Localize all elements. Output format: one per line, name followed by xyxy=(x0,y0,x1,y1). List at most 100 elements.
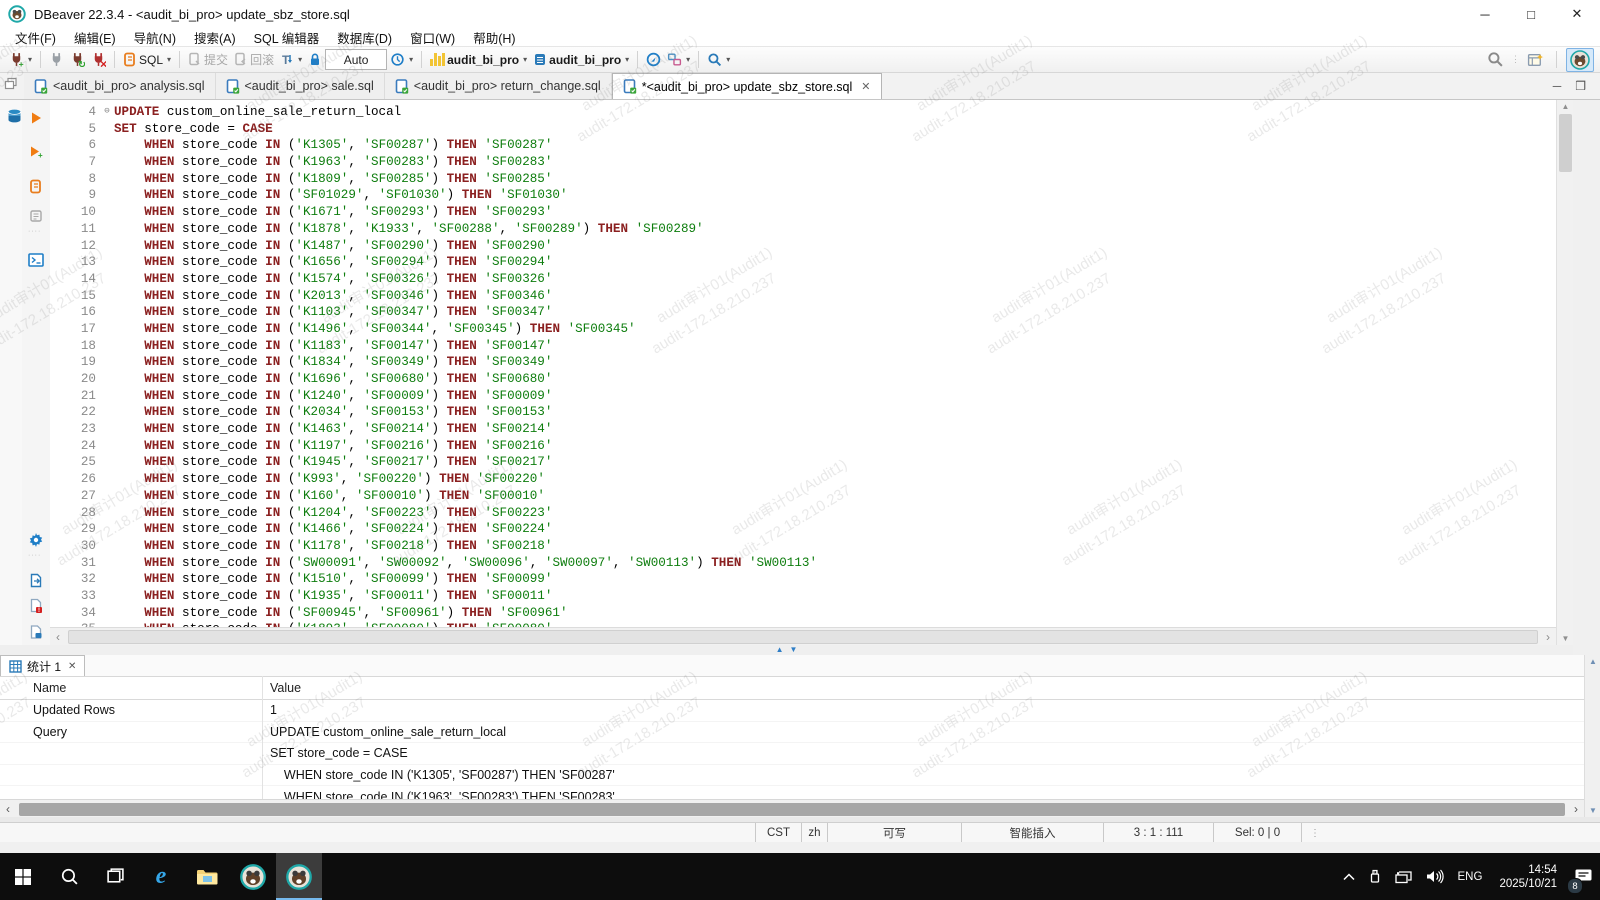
chevron-down-icon[interactable]: ▾ xyxy=(409,55,413,64)
menu-item-3[interactable]: 搜索(A) xyxy=(185,27,245,48)
tab-2[interactable]: <audit_bi_pro> return_change.sql xyxy=(385,73,612,99)
menu-item-4[interactable]: SQL 编辑器 xyxy=(245,27,329,48)
dbeaver-perspective-button[interactable] xyxy=(1566,48,1594,72)
chevron-down-icon[interactable]: ▾ xyxy=(686,55,690,64)
status-segment-5[interactable]: Sel: 0 | 0 xyxy=(1213,823,1301,843)
restore-editor-icon[interactable] xyxy=(4,77,18,90)
network-tray-icon[interactable] xyxy=(1388,853,1419,900)
schema-selector[interactable]: audit_bi_pro ▾ xyxy=(530,49,632,71)
search-icon[interactable] xyxy=(1484,49,1507,71)
open-perspective-button[interactable]: ✦ xyxy=(1524,49,1547,71)
menu-item-7[interactable]: 帮助(H) xyxy=(464,27,524,48)
close-tab-icon[interactable]: ✕ xyxy=(861,80,870,93)
taskbar-search-icon[interactable] xyxy=(46,853,92,900)
menu-item-6[interactable]: 窗口(W) xyxy=(401,27,464,48)
scroll-up-icon[interactable]: ▲ xyxy=(1585,657,1600,666)
window-maximize-icon[interactable]: □ xyxy=(1508,0,1554,28)
execute-statement-button[interactable] xyxy=(26,108,46,128)
minimize-pane-icon[interactable]: ─ xyxy=(1553,79,1562,93)
lock-icon[interactable] xyxy=(305,49,325,71)
overflow-dots-icon[interactable]: ⋮ xyxy=(1511,54,1520,65)
clock[interactable]: 14:54 2025/10/21 xyxy=(1489,863,1567,891)
table-row-4[interactable]: WHEN store_code IN ('K1963', 'SF00283') … xyxy=(0,786,1584,799)
table-row-3[interactable]: WHEN store_code IN ('K1305', 'SF00287') … xyxy=(0,765,1584,787)
column-header-value[interactable]: Value xyxy=(262,681,301,695)
tray-chevron-up-icon[interactable] xyxy=(1336,853,1362,900)
chevron-down-icon[interactable]: ▾ xyxy=(298,55,302,64)
invalidate-connection-button[interactable]: ✕ xyxy=(88,49,109,71)
rollback-button[interactable]: 回滚 xyxy=(231,49,277,71)
status-segment-3[interactable]: 智能插入 xyxy=(961,823,1103,843)
chevron-down-icon[interactable]: ▾ xyxy=(625,55,629,64)
tab-statistics[interactable]: 统计 1 ✕ xyxy=(0,655,85,676)
tab-0[interactable]: <audit_bi_pro> analysis.sql xyxy=(24,73,216,99)
notification-center-icon[interactable]: 8 xyxy=(1567,853,1600,900)
dbeaver-taskbar-icon[interactable] xyxy=(230,853,276,900)
language-indicator[interactable]: ENG xyxy=(1451,853,1490,900)
schema-name[interactable]: audit_bi_pro xyxy=(549,53,621,67)
menu-item-0[interactable]: 文件(F) xyxy=(6,27,65,48)
tab-3[interactable]: *<audit_bi_pro> update_sbz_store.sql✕ xyxy=(612,73,882,99)
sql-editor-button[interactable]: SQL ▾ xyxy=(120,49,174,71)
connection-name[interactable]: audit_bi_pro xyxy=(447,53,519,67)
internet-explorer-icon[interactable]: e xyxy=(138,853,184,900)
chevron-down-icon[interactable]: ▾ xyxy=(523,55,527,64)
status-segment-2[interactable]: 可写 xyxy=(827,823,961,843)
close-results-tab-icon[interactable]: ✕ xyxy=(68,661,76,672)
editor-hscrollbar[interactable]: ‹ › xyxy=(50,627,1556,646)
execute-new-tab-button[interactable]: + xyxy=(26,142,46,162)
connection-selector[interactable]: audit_bi_pro ▾ xyxy=(427,49,530,71)
status-segment-0[interactable]: CST xyxy=(755,823,801,843)
chevron-down-icon[interactable]: ▾ xyxy=(28,55,32,64)
chevron-down-icon[interactable]: ▾ xyxy=(726,55,730,64)
new-connection-button[interactable]: + ▾ xyxy=(6,49,35,71)
results-hscroll-thumb[interactable] xyxy=(19,803,1565,816)
speaker-icon[interactable] xyxy=(1419,853,1451,900)
results-tab-label[interactable]: 统计 1 xyxy=(27,658,61,675)
commit-label[interactable]: 提交 xyxy=(204,51,228,68)
scroll-left-icon[interactable]: ‹ xyxy=(0,802,16,816)
vscroll-thumb[interactable] xyxy=(1559,114,1572,172)
commit-mode-combo[interactable]: Auto xyxy=(325,49,387,70)
chevron-down-icon[interactable]: ▾ xyxy=(167,55,171,64)
hscroll-thumb[interactable] xyxy=(68,630,1538,644)
maximize-pane-icon[interactable]: ❒ xyxy=(1575,79,1586,93)
dbeaver-taskbar-icon-active[interactable] xyxy=(276,853,322,900)
sql-editor-area[interactable]: 4⊖UPDATE custom_online_sale_return_local… xyxy=(50,100,1556,627)
menu-item-2[interactable]: 导航(N) xyxy=(125,27,185,48)
explain-plan-button[interactable] xyxy=(26,206,46,226)
editor-results-sash[interactable]: ▲ ▼ xyxy=(0,645,1573,655)
scroll-right-icon[interactable]: › xyxy=(1568,802,1584,816)
window-close-icon[interactable]: ✕ xyxy=(1554,0,1600,28)
reconnect-button[interactable]: ↻ xyxy=(67,49,88,71)
transaction-log-button[interactable]: T ▾ xyxy=(277,49,305,71)
scroll-down-icon[interactable]: ▼ xyxy=(1585,806,1600,815)
settings-gear-icon[interactable] xyxy=(26,530,46,550)
usb-tray-icon[interactable] xyxy=(1362,853,1388,900)
sash-down-icon[interactable]: ▼ xyxy=(790,646,798,654)
sql-search-button[interactable]: ▾ xyxy=(704,49,733,71)
file-output-icon[interactable] xyxy=(26,622,46,642)
window-minimize-icon[interactable]: ─ xyxy=(1462,0,1508,28)
sql-editor-label[interactable]: SQL xyxy=(139,53,163,67)
menu-item-5[interactable]: 数据库(D) xyxy=(328,27,401,48)
scroll-left-icon[interactable]: ‹ xyxy=(50,630,66,644)
start-button[interactable] xyxy=(0,853,46,900)
database-navigator-icon[interactable] xyxy=(4,106,24,126)
tab-1[interactable]: <audit_bi_pro> sale.sql xyxy=(216,73,385,99)
file-explorer-icon[interactable] xyxy=(184,853,230,900)
scroll-down-icon[interactable]: ▼ xyxy=(1557,634,1574,643)
terminal-icon[interactable] xyxy=(26,250,46,270)
status-segment-1[interactable]: zh xyxy=(801,823,827,843)
rollback-label[interactable]: 回滚 xyxy=(250,51,274,68)
table-row-1[interactable]: QueryUPDATE custom_online_sale_return_lo… xyxy=(0,722,1584,744)
results-hscrollbar[interactable]: ‹ › xyxy=(0,799,1584,818)
fold-collapse-icon[interactable]: ⊖ xyxy=(100,104,114,121)
disconnect-button[interactable] xyxy=(46,49,67,71)
column-header-name[interactable]: Name xyxy=(0,681,262,695)
status-segment-4[interactable]: 3 : 1 : 111 xyxy=(1103,823,1213,843)
results-vscrollbar[interactable]: ▲ ▼ xyxy=(1584,655,1600,817)
file-error-icon[interactable]: ! xyxy=(26,596,46,616)
column-divider[interactable] xyxy=(262,676,263,799)
menu-item-1[interactable]: 编辑(E) xyxy=(65,27,125,48)
